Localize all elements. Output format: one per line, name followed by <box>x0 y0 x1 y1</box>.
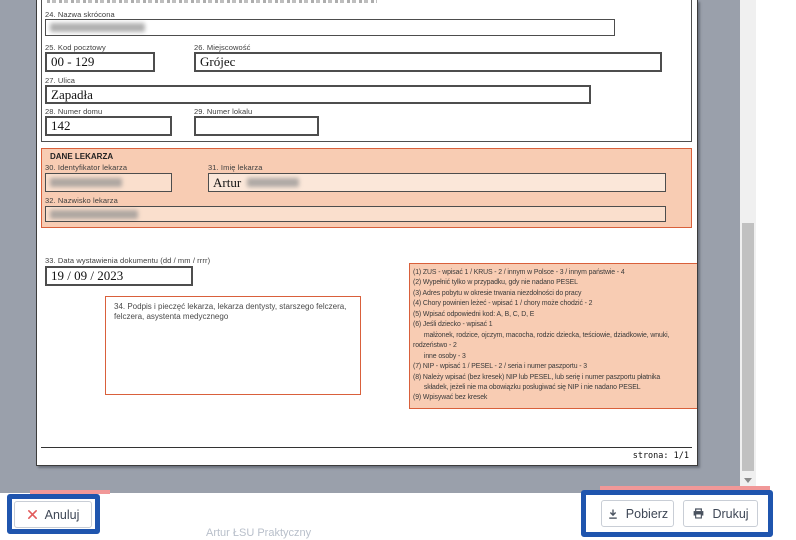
footnote-line: rodzeństwo - 2 <box>413 342 457 350</box>
scrollbar-down-button[interactable] <box>740 470 756 490</box>
field-33-label: 33. Data wystawienia dokumentu (dd / mm … <box>45 256 211 265</box>
footnote-line: składek, jeżeli nie ma obowiązku posługi… <box>413 383 641 391</box>
chevron-down-icon <box>744 477 752 483</box>
footnote-line: inne osoby - 3 <box>413 352 466 360</box>
field-32-label: 32. Nazwisko lekarza <box>45 196 118 205</box>
field-29-value <box>194 116 319 136</box>
footnote-line: (4) Chory powinien leżeć - wpisać 1 / ch… <box>413 300 593 308</box>
field-33-value: 19 / 09 / 2023 <box>45 266 193 286</box>
print-button[interactable]: Drukuj <box>683 500 758 527</box>
document-preview-dialog: 24. Nazwa skrócona 25. Kod pocztowy 26. … <box>0 0 796 540</box>
footnote-line: (8) Należy wpisać (bez kresek) NIP lub P… <box>413 373 661 381</box>
field-30-label: 30. Identyfikator lekarza <box>45 163 128 172</box>
signature-box: 34. Podpis i pieczęć lekarza, lekarza de… <box>105 296 361 395</box>
download-icon <box>609 509 617 519</box>
field-28-label: 28. Numer domu <box>45 107 103 116</box>
field-30-value <box>45 173 172 192</box>
scrollbar-thumb[interactable] <box>742 223 754 471</box>
footnotes-box: (1) ZUS - wpisać 1 / KRUS - 2 / innym w … <box>409 263 697 409</box>
redacted-value <box>247 178 300 187</box>
field-27-value: Zapadła <box>45 85 591 104</box>
dialog-footer: Anuluj Pobierz Drukuj Artur ŁSU Praktycz… <box>0 493 796 540</box>
scrollbar-track[interactable] <box>740 0 756 492</box>
footer-rule <box>41 447 692 448</box>
redacted-value <box>50 23 145 32</box>
field-28-value: 142 <box>45 116 172 136</box>
footnote-line: (1) ZUS - wpisać 1 / KRUS - 2 / innym w … <box>413 269 625 276</box>
field-32-value <box>45 206 666 222</box>
field-29-label: 29. Numer lokalu <box>194 107 253 116</box>
redacted-value <box>50 178 122 187</box>
field-27-label: 27. Ulica <box>45 76 76 85</box>
field-25-value: 00 - 129 <box>45 52 155 72</box>
page-indicator: strona: 1/1 <box>632 451 689 461</box>
printer-icon <box>694 508 704 519</box>
field-26-label: 26. Miejscowość <box>194 43 251 52</box>
document-viewer: 24. Nazwa skrócona 25. Kod pocztowy 26. … <box>0 0 740 493</box>
field-24-label: 24. Nazwa skrócona <box>45 10 115 19</box>
field-25-label: 25. Kod pocztowy <box>45 43 106 52</box>
field-26-value: Grójec <box>194 52 662 72</box>
footnote-line: (5) Wpisać odpowiedni kod: A, B, C, D, E <box>413 310 535 318</box>
field-31-label: 31. Imię lekarza <box>208 163 263 172</box>
cancel-button[interactable]: Anuluj <box>14 501 92 528</box>
download-button-label: Pobierz <box>625 506 669 521</box>
form-page: 24. Nazwa skrócona 25. Kod pocztowy 26. … <box>36 0 698 466</box>
background-watermark-text: Artur ŁSU Praktyczny <box>206 527 312 539</box>
footnote-line: (9) Wpisywać bez kresek <box>413 394 488 402</box>
field-31-value: Artur <box>208 173 666 192</box>
footnote-line: (7) NIP - wpisać 1 / PESEL - 2 / seria i… <box>413 363 587 371</box>
footnote-line: (6) Jeśli dziecko - wpisać 1 <box>413 321 493 329</box>
doctor-section-title: DANE LEKARZA <box>50 152 114 161</box>
doctor-first-name: Artur <box>213 174 242 190</box>
footnote-line: (2) Wypełnić tylko w przypadku, gdy nie … <box>413 279 578 287</box>
redacted-value <box>50 209 138 219</box>
cancel-button-label: Anuluj <box>44 507 80 522</box>
print-button-label: Drukuj <box>712 506 749 521</box>
close-icon <box>27 510 37 519</box>
field-24-value <box>45 19 615 36</box>
footnote-line: (3) Adres pobytu w okresie trwania niezd… <box>413 289 582 297</box>
footnote-line: małżonek, rodzice, ojczym, macocha, rodz… <box>413 331 670 339</box>
download-button[interactable]: Pobierz <box>601 500 674 527</box>
